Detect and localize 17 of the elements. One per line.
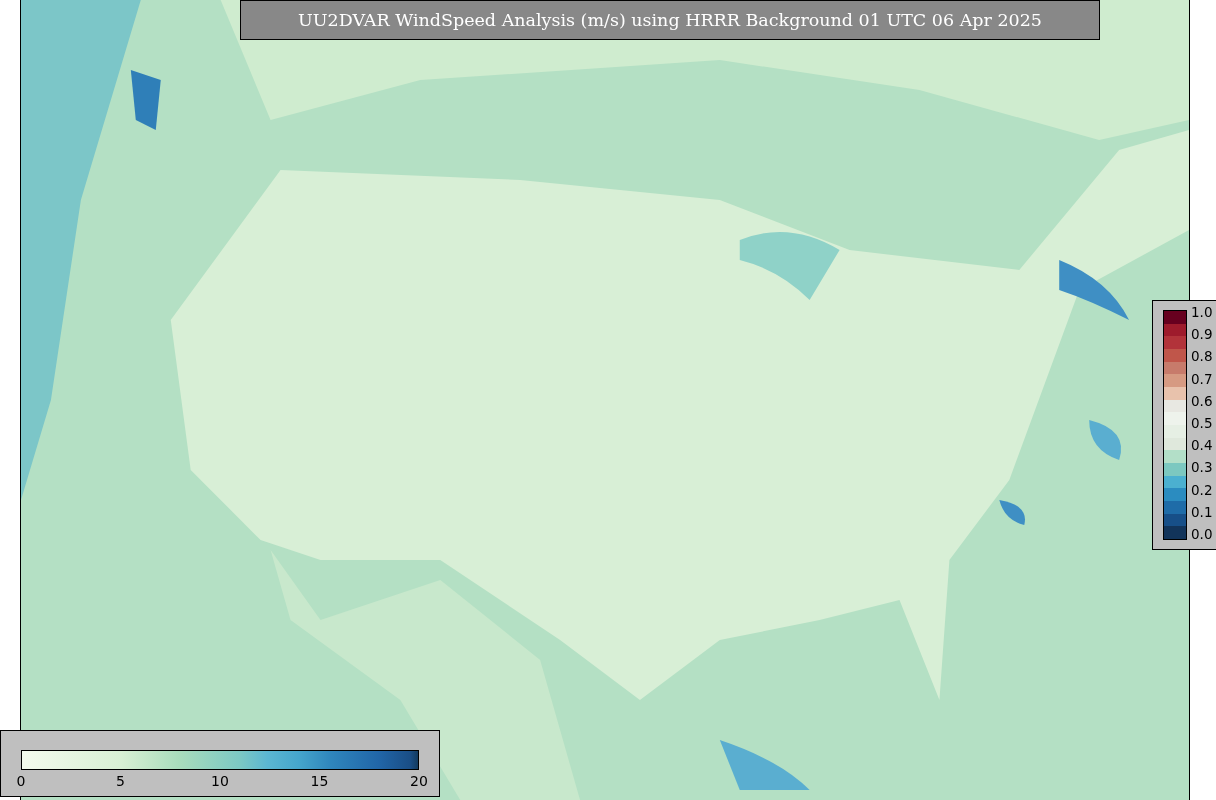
tick-label: 1.0 — [1191, 304, 1213, 320]
tick-label: 0.2 — [1191, 481, 1213, 498]
tick-label: 5 — [116, 773, 125, 789]
tick-label: 10 — [211, 773, 229, 789]
tick-label: 0.4 — [1191, 437, 1213, 454]
map-title: UU2DVAR WindSpeed Analysis (m/s) using HRRR Background 01 UTC 06 Apr 2025 — [240, 0, 1100, 40]
tick-label: 0.0 — [1191, 525, 1213, 542]
tick-label: 0 — [16, 773, 26, 789]
tick-label: 20 — [410, 773, 428, 789]
tick-label: 0.6 — [1191, 392, 1213, 409]
tick-label: 0.8 — [1191, 348, 1213, 365]
tick-label: 15 — [310, 773, 329, 789]
tick-label: 0.1 — [1191, 503, 1213, 520]
tick-label: 0.3 — [1191, 459, 1213, 476]
tick-label: 0.5 — [1191, 414, 1213, 431]
tick-label: 0.9 — [1191, 326, 1213, 343]
tick-label: 0.7 — [1191, 370, 1213, 387]
